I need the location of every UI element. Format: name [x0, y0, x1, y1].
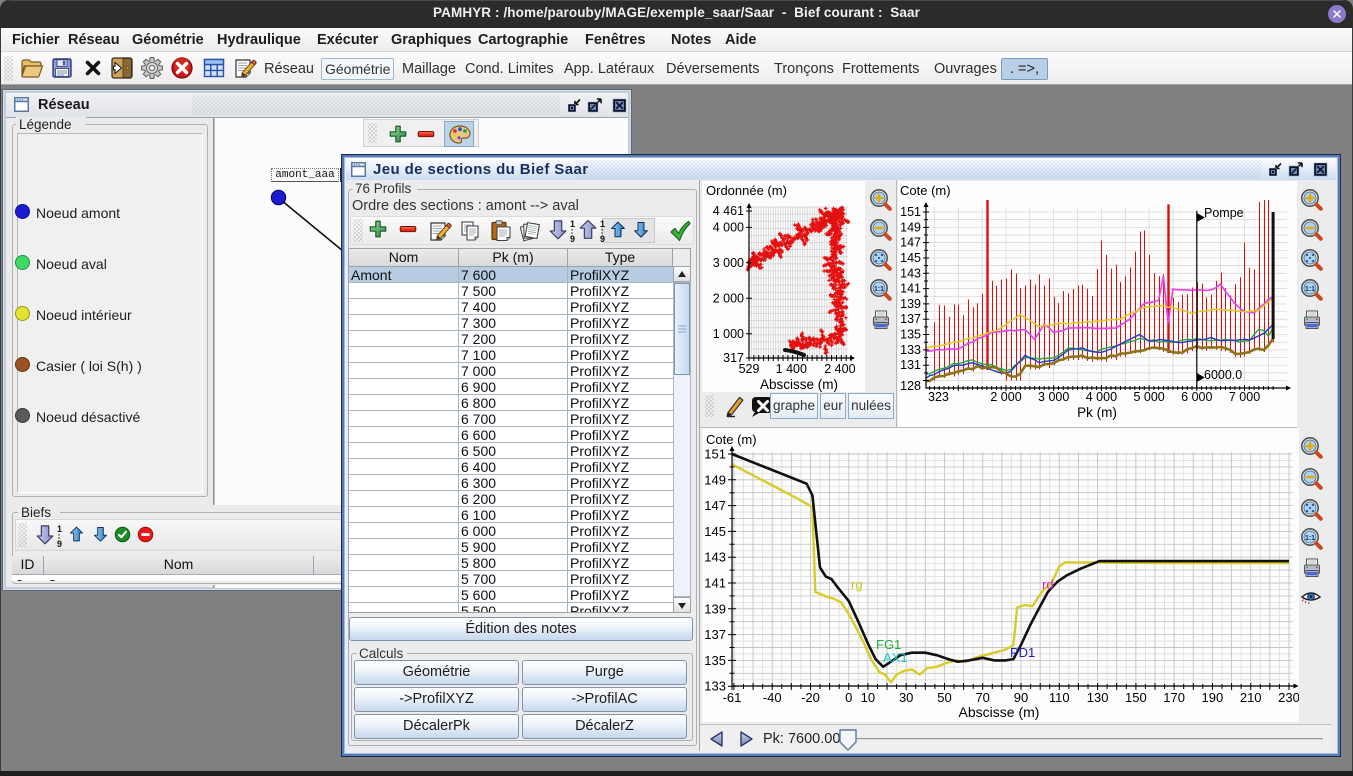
svg-text:-40: -40: [763, 690, 782, 705]
svg-text:2 000: 2 000: [990, 390, 1021, 404]
svg-text:141: 141: [900, 282, 921, 296]
svg-text:131: 131: [900, 358, 921, 372]
svg-text:170: 170: [1163, 690, 1185, 705]
svg-text:151: 151: [704, 447, 726, 462]
svg-text:3 000: 3 000: [713, 256, 744, 270]
svg-text:137: 137: [704, 627, 726, 642]
svg-text:151: 151: [900, 205, 921, 219]
svg-text:0: 0: [845, 690, 852, 705]
svg-text:1: 1: [600, 219, 605, 229]
svg-text:9: 9: [57, 539, 62, 548]
svg-text:149: 149: [900, 220, 921, 234]
svg-text:147: 147: [900, 236, 921, 250]
svg-text:139: 139: [704, 601, 726, 616]
svg-text:4 000: 4 000: [1086, 390, 1117, 404]
svg-text:10: 10: [861, 690, 875, 705]
svg-text:529: 529: [739, 362, 760, 376]
svg-text:323: 323: [928, 390, 949, 404]
svg-text:143: 143: [704, 550, 726, 565]
svg-text:145: 145: [900, 251, 921, 265]
svg-text:139: 139: [900, 297, 921, 311]
svg-text:rg: rg: [851, 577, 863, 592]
svg-text:6000.0: 6000.0: [1204, 368, 1242, 382]
svg-text:150: 150: [1125, 690, 1147, 705]
svg-text:1 000: 1 000: [713, 327, 744, 341]
svg-text:PD1: PD1: [1010, 645, 1035, 660]
svg-text:110: 110: [1049, 690, 1070, 705]
svg-text:1:1: 1:1: [1305, 286, 1315, 293]
svg-text:4 000: 4 000: [713, 220, 744, 234]
svg-text:128: 128: [900, 379, 921, 393]
svg-text:1: 1: [57, 524, 62, 534]
svg-text:30: 30: [899, 690, 913, 705]
svg-text:1 400: 1 400: [776, 362, 807, 376]
svg-text:2 400: 2 400: [824, 362, 855, 376]
svg-text:50: 50: [937, 690, 951, 705]
svg-text:70: 70: [975, 690, 989, 705]
svg-text:230: 230: [1278, 690, 1299, 705]
svg-text:133: 133: [900, 343, 921, 357]
svg-text:130: 130: [1087, 690, 1109, 705]
svg-text:1: 1: [570, 219, 575, 229]
svg-text:147: 147: [704, 498, 726, 513]
svg-text:141: 141: [704, 576, 726, 591]
svg-text:6 000: 6 000: [1181, 390, 1212, 404]
svg-text:7 000: 7 000: [1229, 390, 1260, 404]
svg-text:135: 135: [900, 328, 921, 342]
svg-text:2 000: 2 000: [713, 291, 744, 305]
svg-text:Abscisse (m): Abscisse (m): [959, 704, 1040, 720]
svg-text:-61: -61: [723, 690, 742, 705]
svg-text:137: 137: [900, 312, 921, 326]
svg-text:Cote (m): Cote (m): [706, 432, 757, 447]
svg-text:190: 190: [1202, 690, 1224, 705]
svg-text:Pk (m): Pk (m): [1077, 405, 1117, 420]
svg-text:-20: -20: [801, 690, 820, 705]
svg-text:rd: rd: [1042, 577, 1054, 592]
svg-text:1:1: 1:1: [874, 286, 884, 293]
svg-text:4 461: 4 461: [713, 204, 744, 218]
svg-text:90: 90: [1014, 690, 1028, 705]
svg-text:Abscisse (m): Abscisse (m): [760, 377, 838, 392]
svg-text:1:1: 1:1: [1305, 535, 1315, 542]
svg-text:AX1: AX1: [883, 650, 908, 665]
svg-text:149: 149: [704, 472, 726, 487]
svg-text:Pompe: Pompe: [1204, 206, 1244, 220]
svg-text:9: 9: [570, 234, 575, 243]
svg-text:Ordonnée (m): Ordonnée (m): [706, 183, 787, 198]
svg-text:135: 135: [704, 653, 726, 668]
svg-text:210: 210: [1240, 690, 1262, 705]
svg-text:3 000: 3 000: [1038, 390, 1069, 404]
svg-text:Cote (m): Cote (m): [900, 183, 951, 198]
svg-text:9: 9: [600, 234, 605, 243]
svg-text:143: 143: [900, 266, 921, 280]
svg-text:5 000: 5 000: [1133, 390, 1164, 404]
svg-text:145: 145: [704, 524, 726, 539]
